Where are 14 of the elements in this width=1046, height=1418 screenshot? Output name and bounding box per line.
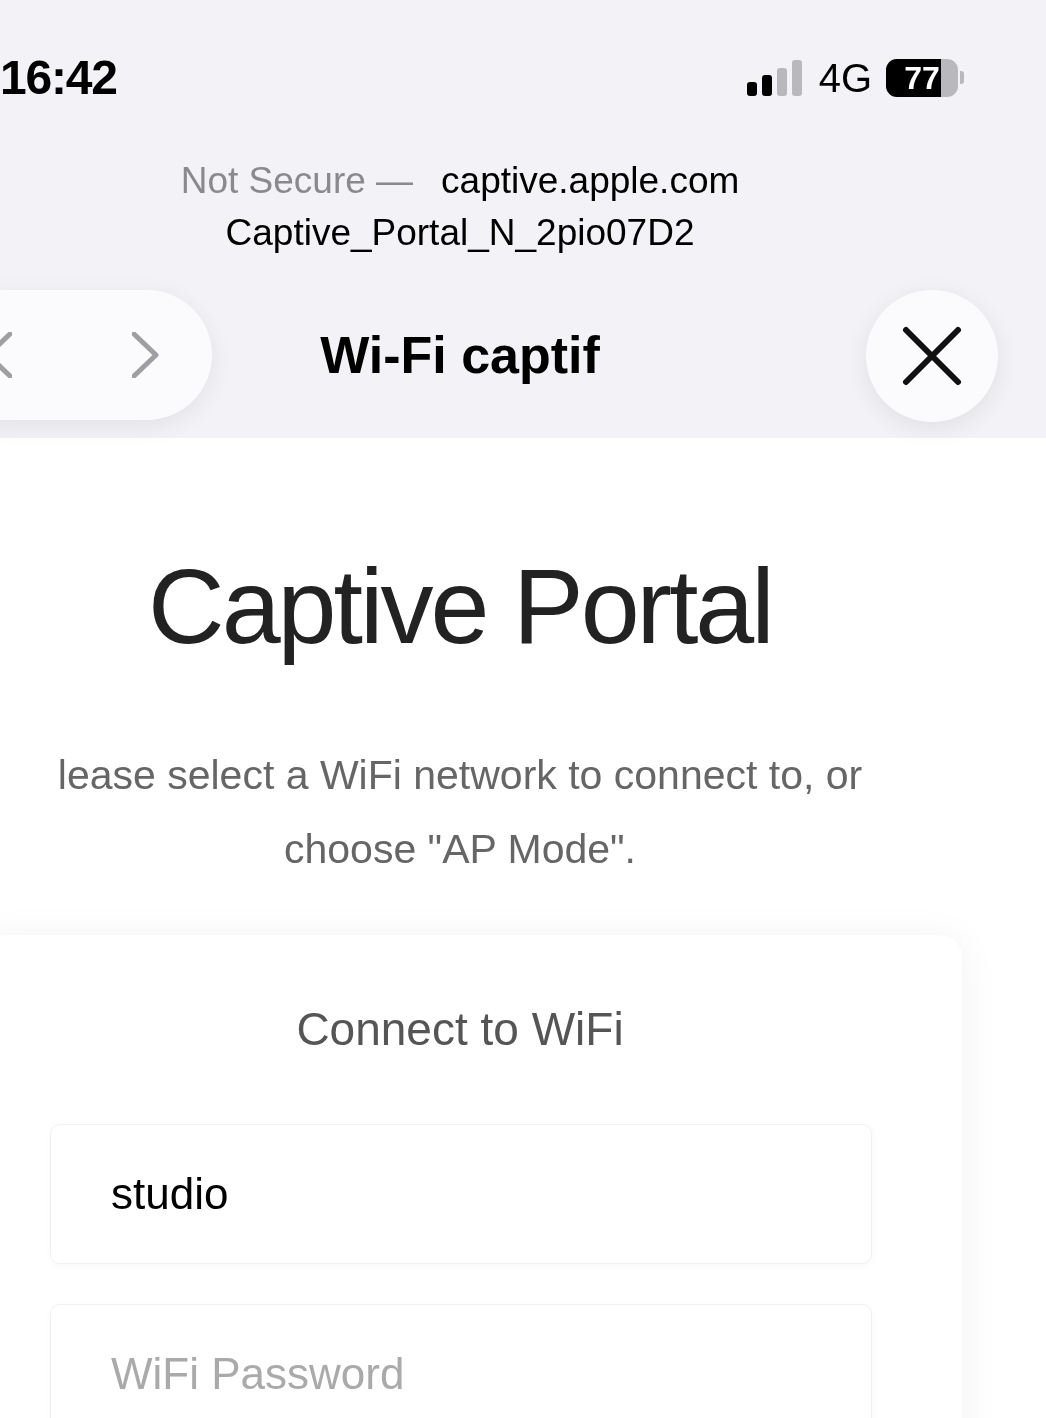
- card-title: Connect to WiFi: [296, 1002, 624, 1057]
- page-heading: Captive Portal: [148, 546, 772, 666]
- page-title: Captive_Portal_N_2pio07D2: [225, 211, 695, 255]
- security-label: Not Secure —: [180, 159, 414, 203]
- intro-text: lease select a WiFi network to connect to, or choose "AP Mode".: [57, 751, 863, 874]
- close-icon: [902, 326, 962, 386]
- network-type: 4G: [818, 54, 872, 102]
- forward-chevron-icon[interactable]: [132, 332, 160, 378]
- sheet-title: Wi-Fi captif: [320, 325, 600, 386]
- status-time: 16:42: [0, 49, 117, 106]
- signal-icon: [746, 59, 805, 96]
- input-field[interactable]: studio: [50, 1124, 872, 1264]
- input-field[interactable]: WiFi Password: [50, 1304, 872, 1418]
- host-label: captive.apple.com: [441, 159, 740, 203]
